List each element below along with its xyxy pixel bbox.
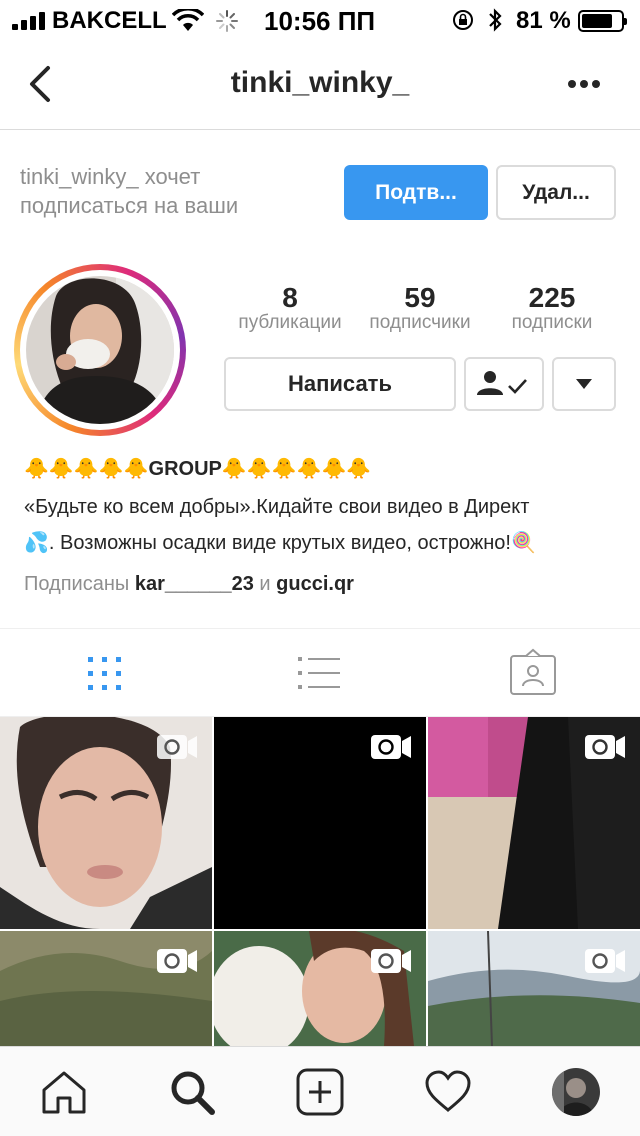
status-bar: BAKCELL 10:56 ПП 81 % [0, 0, 640, 40]
search-icon[interactable] [168, 1068, 216, 1116]
follow-request-text: tinki_winky_ хочет подписаться на ваши [20, 164, 239, 218]
add-icon[interactable] [296, 1068, 344, 1116]
post-tile[interactable] [428, 931, 640, 1046]
followed-by-user[interactable]: kar______23 [135, 573, 254, 595]
home-icon[interactable] [40, 1068, 88, 1116]
nav-divider [0, 129, 640, 130]
following-label: подписки [511, 312, 593, 333]
more-options-icon[interactable] [568, 80, 600, 90]
signal-icon [12, 12, 48, 30]
status-time: 10:56 ПП [264, 6, 376, 36]
posts-label: публикации [238, 312, 342, 333]
tab-list[interactable] [213, 648, 426, 704]
chevron-down-icon [576, 379, 592, 389]
following-button[interactable] [464, 357, 544, 411]
activity-spinner-icon [216, 10, 238, 32]
carrier-name: BAKCELL [52, 7, 167, 34]
tagged-person-icon [510, 648, 556, 695]
suggestions-button[interactable] [552, 357, 616, 411]
list-icon [298, 657, 340, 689]
bio-text-line: 💦. Возможны осадки виде крутых видео, ос… [24, 532, 536, 554]
orientation-lock-icon [453, 10, 473, 30]
profile-username: tinki_winky_ [230, 66, 410, 99]
following-count[interactable]: 225 [482, 282, 622, 314]
post-tile[interactable] [0, 931, 212, 1046]
video-icon [371, 949, 411, 973]
followers-label: подписчики [369, 312, 471, 333]
post-tile[interactable] [214, 931, 426, 1046]
bluetooth-icon [489, 8, 502, 32]
profile-avatar[interactable] [552, 1068, 600, 1116]
posts-count[interactable]: 8 [220, 282, 360, 314]
followed-by: Подписаны kar______23 и gucci.qr [24, 573, 354, 595]
heart-icon[interactable] [424, 1068, 472, 1116]
tab-tagged[interactable] [426, 648, 639, 704]
bio-text-line: «Будьте ко всем добры».Кидайте свои виде… [24, 496, 530, 518]
delete-request-button[interactable]: Удал... [496, 165, 616, 220]
post-tile[interactable] [214, 717, 426, 929]
video-icon [157, 735, 197, 759]
followers-count[interactable]: 59 [350, 282, 490, 314]
message-button[interactable]: Написать [224, 357, 456, 411]
wifi-icon [172, 9, 204, 31]
post-tile[interactable] [428, 717, 640, 929]
video-icon [585, 735, 625, 759]
tab-grid[interactable] [0, 648, 213, 704]
person-check-icon [477, 371, 527, 395]
post-tile[interactable] [0, 717, 212, 929]
video-icon [157, 949, 197, 973]
followed-by-user[interactable]: gucci.qr [276, 573, 354, 595]
avatar[interactable] [26, 276, 174, 424]
grid-icon [88, 657, 121, 690]
battery-icon [578, 10, 627, 32]
confirm-request-button[interactable]: Подтв... [344, 165, 488, 220]
bio-title: 🐥🐥🐥🐥🐥GROUP🐥🐥🐥🐥🐥🐥 [24, 458, 372, 480]
video-icon [585, 949, 625, 973]
video-icon [371, 735, 411, 759]
battery-percent: 81 % [516, 7, 571, 34]
